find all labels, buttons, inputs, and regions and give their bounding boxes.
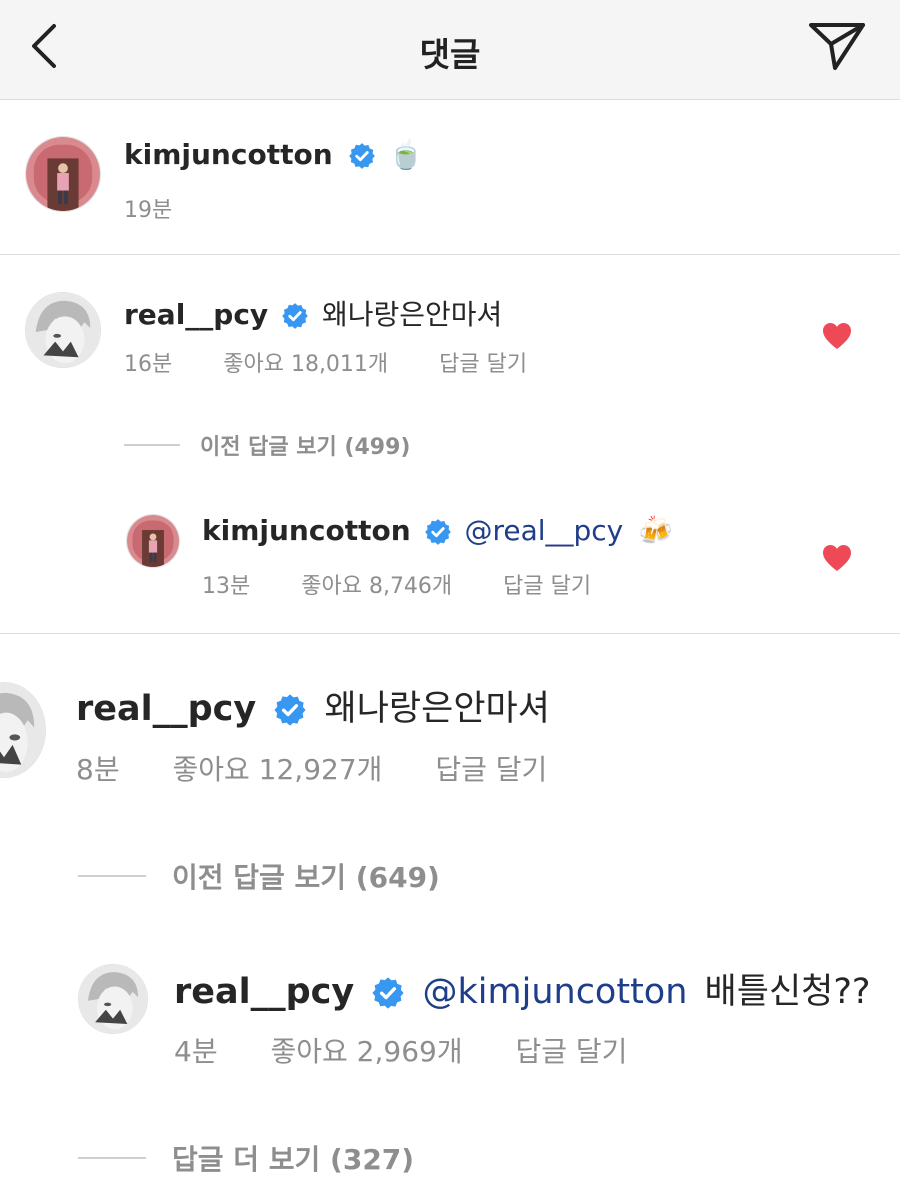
- divider: [0, 254, 900, 255]
- caption-username[interactable]: kimjuncotton: [124, 138, 333, 171]
- caption-meta: 19분: [124, 192, 216, 224]
- comment-body: 왜나랑은안마셔: [324, 689, 550, 729]
- reply-username[interactable]: kimjuncotton: [202, 514, 411, 547]
- avatar-photo: [79, 965, 147, 1033]
- avatar[interactable]: [25, 136, 101, 212]
- verified-badge-icon: [274, 694, 306, 726]
- reply-text: real__pcy @kimjuncotton 배틀신청??: [174, 963, 871, 1014]
- verified-badge-icon: [424, 519, 451, 545]
- heart-icon[interactable]: [822, 322, 852, 350]
- avatar[interactable]: [126, 514, 180, 568]
- caption-text: kimjuncotton 🍵: [124, 138, 423, 171]
- divider: [0, 633, 900, 634]
- verified-badge-icon: [282, 303, 308, 329]
- comment-text: real__pcy 왜나랑은안마셔: [124, 293, 502, 333]
- heart-icon[interactable]: [822, 544, 852, 572]
- reply-likes[interactable]: 좋아요 2,969개: [270, 1035, 462, 1068]
- reply-time: 13분: [202, 574, 251, 599]
- comment-username[interactable]: real__pcy: [76, 689, 256, 729]
- comment-meta: 16분 좋아요 18,011개 답글 달기: [124, 346, 571, 378]
- reply-button[interactable]: 답글 달기: [439, 352, 527, 377]
- comment-likes[interactable]: 좋아요 18,011개: [223, 352, 388, 377]
- reply-time: 4분: [174, 1035, 218, 1068]
- avatar-photo: [26, 137, 100, 211]
- comment-meta: 8분 좋아요 12,927개 답글 달기: [76, 748, 591, 788]
- comment-text: real__pcy 왜나랑은안마셔: [76, 680, 550, 731]
- avatar[interactable]: [25, 292, 101, 368]
- comment-username[interactable]: real__pcy: [124, 298, 268, 331]
- verified-badge-icon: [372, 977, 404, 1009]
- reply-meta: 4분 좋아요 2,969개 답글 달기: [174, 1030, 671, 1070]
- comment-time: 16분: [124, 352, 173, 377]
- reply-text: kimjuncotton @real__pcy 🍻: [202, 514, 673, 547]
- header-bar: 댓글: [0, 0, 900, 100]
- verified-badge-icon: [348, 143, 375, 169]
- page-title: 댓글: [419, 35, 481, 74]
- avatar-photo: [127, 515, 179, 567]
- reply-thread-line: [78, 875, 146, 877]
- send-button[interactable]: [808, 20, 866, 72]
- mention-link[interactable]: @real__pcy: [464, 514, 623, 547]
- comment-time: 8분: [76, 753, 120, 786]
- reply-button[interactable]: 답글 달기: [503, 574, 591, 599]
- mention-link[interactable]: @kimjuncotton: [423, 972, 688, 1012]
- view-replies-label: 이전 답글 보기 (649): [172, 861, 440, 894]
- more-replies-label: 답글 더 보기 (327): [172, 1143, 415, 1176]
- caption-time: 19분: [124, 198, 173, 223]
- avatar-photo: [0, 683, 45, 777]
- reply-emoji: 🍻: [638, 514, 674, 547]
- reply-thread-line: [78, 1157, 146, 1159]
- reply-thread-line: [124, 444, 180, 446]
- reply-body: 배틀신청??: [704, 972, 871, 1012]
- view-more-replies[interactable]: 답글 더 보기 (327): [78, 1138, 414, 1178]
- avatar[interactable]: [78, 964, 148, 1034]
- caption-emoji: 🍵: [388, 138, 424, 171]
- view-previous-replies[interactable]: 이전 답글 보기 (499): [124, 429, 410, 461]
- avatar[interactable]: [0, 682, 46, 778]
- reply-username[interactable]: real__pcy: [174, 972, 354, 1012]
- view-previous-replies[interactable]: 이전 답글 보기 (649): [78, 856, 440, 896]
- reply-button[interactable]: 답글 달기: [435, 753, 547, 786]
- comment-likes[interactable]: 좋아요 12,927개: [172, 753, 382, 786]
- reply-meta: 13분 좋아요 8,746개 답글 달기: [202, 568, 635, 600]
- reply-button[interactable]: 답글 달기: [516, 1035, 628, 1068]
- comment-body: 왜나랑은안마셔: [322, 298, 503, 331]
- paper-plane-icon: [809, 23, 865, 70]
- avatar-photo: [26, 293, 100, 367]
- reply-likes[interactable]: 좋아요 8,746개: [301, 574, 452, 599]
- view-replies-label: 이전 답글 보기 (499): [200, 435, 411, 460]
